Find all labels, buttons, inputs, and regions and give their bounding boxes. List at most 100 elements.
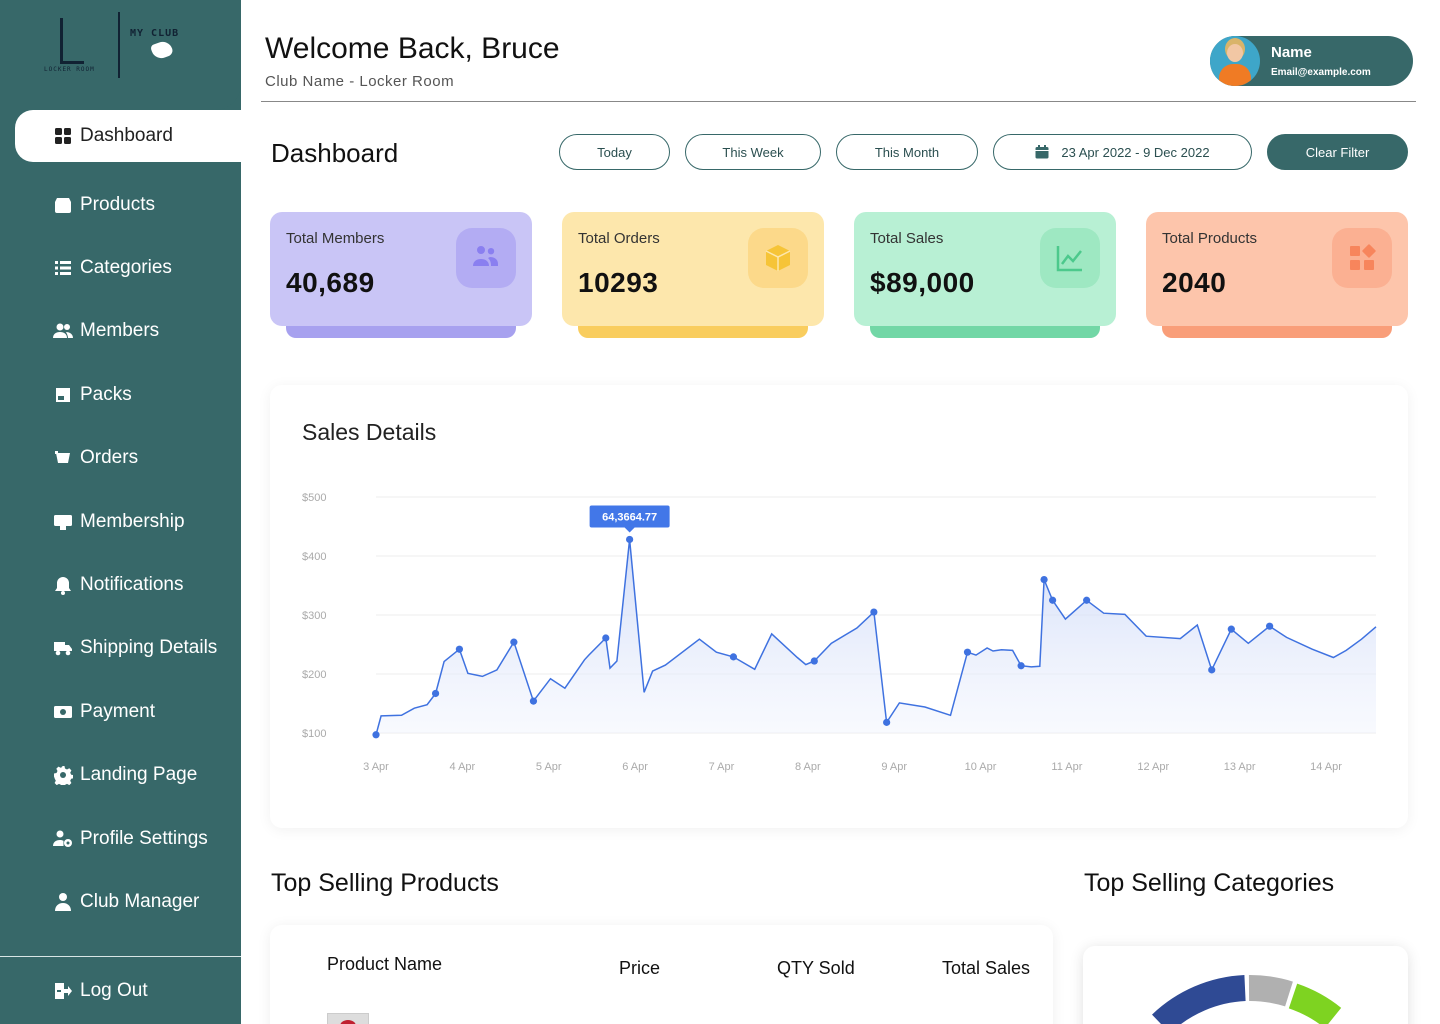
date-range-label: 23 Apr 2022 - 9 Dec 2022 (1061, 144, 1210, 160)
users-icon (52, 320, 74, 342)
data-point (963, 648, 972, 656)
dashboard-title: Dashboard (271, 138, 399, 168)
sidebar-item-products[interactable]: Products (0, 173, 241, 236)
logout-button[interactable]: Log Out (0, 962, 241, 1020)
data-point (372, 731, 380, 739)
data-point (1017, 662, 1025, 670)
filter-month-button[interactable]: This Month (836, 134, 978, 170)
x-tick-label: 13 Apr (1224, 761, 1256, 773)
clear-filter-button[interactable]: Clear Filter (1267, 134, 1408, 170)
data-point (455, 645, 464, 653)
stat-card-total-products[interactable]: Total Products 2040 (1146, 212, 1408, 326)
person-icon (52, 891, 74, 913)
sidebar-item-club-manager[interactable]: Club Manager (0, 870, 241, 933)
x-tick-label: 10 Apr (965, 761, 997, 773)
profile-name: Name (1271, 44, 1312, 61)
logo-mark (60, 18, 84, 64)
sidebar-item-profile-settings[interactable]: Profile Settings (0, 807, 241, 870)
x-tick-label: 5 Apr (536, 761, 562, 773)
sidebar-item-label: Orders (80, 447, 139, 469)
top-products-title: Top Selling Products (271, 869, 499, 897)
club-name: Club Name - Locker Room (265, 73, 455, 90)
profile-chip[interactable]: Name Email@example.com (1210, 36, 1413, 86)
y-tick-label: $200 (302, 669, 326, 681)
x-tick-label: 4 Apr (450, 761, 476, 773)
x-tick-label: 8 Apr (795, 761, 821, 773)
users-icon (456, 228, 516, 288)
x-tick-label: 7 Apr (709, 761, 735, 773)
truck-icon (52, 637, 74, 659)
data-point (602, 634, 610, 642)
logo[interactable]: LOCKER ROOM MY CLUB (40, 12, 200, 82)
sidebar-item-label: Payment (80, 700, 155, 722)
logo-text-left: LOCKER ROOM (44, 66, 95, 73)
sales-chart[interactable]: $100 $200 $300 $400 $500 3 Apr 4 Apr 5 Apr 6 Apr… (270, 385, 1408, 828)
donut-segment-gray[interactable] (1248, 975, 1293, 1007)
y-tick-label: $300 (302, 610, 326, 622)
user-gear-icon (52, 828, 74, 850)
sidebar-item-label: Products (80, 193, 155, 215)
data-point (431, 689, 440, 698)
page-title: Welcome Back, Bruce (265, 32, 560, 65)
logo-area: LOCKER ROOM MY CLUB (0, 0, 241, 110)
list-icon (52, 257, 74, 279)
shoe-icon (149, 39, 175, 61)
x-tick-label: 14 Apr (1310, 761, 1342, 773)
column-header-total-sales[interactable]: Total Sales (942, 958, 1030, 979)
column-header-qty-sold[interactable]: QTY Sold (777, 958, 855, 979)
sidebar-item-label: Membership (80, 510, 185, 532)
logo-text-right: MY CLUB (130, 28, 180, 39)
logout-icon (52, 980, 74, 1002)
y-tick-label: $500 (302, 492, 326, 504)
stat-card-total-members[interactable]: Total Members 40,689 (270, 212, 532, 326)
top-categories-title: Top Selling Categories (1084, 869, 1335, 897)
header-divider (261, 101, 1416, 102)
categories-donut-chart[interactable] (1083, 946, 1408, 1024)
sidebar-item-notifications[interactable]: Notifications (0, 553, 241, 616)
sidebar-nav: Dashboard Products Categories Members Pa… (0, 110, 241, 934)
stat-card-shadow (870, 324, 1100, 338)
date-range-picker[interactable]: 23 Apr 2022 - 9 Dec 2022 (993, 134, 1252, 170)
stat-card-total-sales[interactable]: Total Sales $89,000 (854, 212, 1116, 326)
data-point (1048, 596, 1057, 604)
x-tick-label: 12 Apr (1137, 761, 1169, 773)
column-header-price[interactable]: Price (619, 958, 660, 979)
grid-icon (52, 125, 74, 147)
sidebar-item-payment[interactable]: Payment (0, 680, 241, 743)
stat-value: 2040 (1162, 267, 1227, 298)
sidebar-item-label: Dashboard (80, 125, 173, 146)
sidebar-item-packs[interactable]: Packs (0, 363, 241, 426)
filter-today-button[interactable]: Today (559, 134, 670, 170)
column-header-product-name[interactable]: Product Name (327, 954, 442, 975)
sidebar-item-dashboard[interactable]: Dashboard (15, 110, 241, 162)
tooltip-label: 64,3664.77 (602, 511, 657, 523)
sidebar-item-shipping-details[interactable]: Shipping Details (0, 617, 241, 680)
sidebar-item-label: Members (80, 320, 160, 342)
donut-segment-green[interactable] (1288, 983, 1342, 1024)
sidebar-item-membership[interactable]: Membership (0, 490, 241, 553)
x-tick-label: 6 Apr (622, 761, 648, 773)
data-point (1266, 622, 1274, 630)
sidebar-item-label: Club Manager (80, 890, 200, 912)
avatar (1210, 36, 1260, 86)
top-categories-card (1083, 946, 1408, 1024)
sidebar-item-label: Packs (80, 383, 132, 405)
sidebar-item-orders[interactable]: Orders (0, 427, 241, 490)
pack-icon (52, 384, 74, 406)
y-tick-label: $100 (302, 728, 326, 740)
sidebar-item-categories[interactable]: Categories (0, 236, 241, 299)
stat-value: 10293 (578, 267, 659, 298)
sidebar-item-label: Notifications (80, 574, 184, 596)
stat-card-total-orders[interactable]: Total Orders 10293 (562, 212, 824, 326)
sidebar-item-members[interactable]: Members (0, 300, 241, 363)
sidebar-item-landing-page[interactable]: Landing Page (0, 744, 241, 807)
donut-segment-blue[interactable] (1152, 975, 1246, 1024)
data-point (883, 718, 891, 726)
stat-value: 40,689 (286, 267, 375, 298)
card-icon (52, 511, 74, 533)
filter-week-button[interactable]: This Week (685, 134, 821, 170)
data-point (1227, 625, 1235, 633)
data-point (510, 638, 518, 646)
bell-icon (52, 574, 74, 596)
sidebar-item-label: Categories (80, 257, 172, 279)
